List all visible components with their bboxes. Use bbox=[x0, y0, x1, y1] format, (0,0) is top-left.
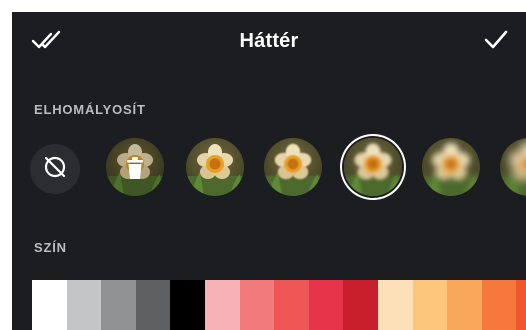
color-swatch[interactable] bbox=[239, 280, 275, 330]
color-swatch[interactable] bbox=[343, 280, 378, 330]
color-swatch[interactable] bbox=[412, 280, 448, 330]
blur-option[interactable] bbox=[186, 138, 244, 196]
color-swatch[interactable] bbox=[170, 280, 205, 330]
color-swatch[interactable] bbox=[204, 280, 240, 330]
color-swatch[interactable] bbox=[274, 280, 309, 330]
color-swatch-row bbox=[32, 280, 526, 330]
blur-option[interactable] bbox=[106, 138, 164, 196]
blur-option[interactable] bbox=[500, 138, 526, 196]
confirm-button[interactable] bbox=[474, 20, 518, 64]
blur-option-selected[interactable] bbox=[344, 138, 402, 196]
color-swatch[interactable] bbox=[101, 280, 136, 330]
check-icon bbox=[483, 29, 509, 56]
background-panel: Háttér ELHOMÁLYOSÍT SZÍN bbox=[12, 12, 526, 330]
blur-option[interactable] bbox=[264, 138, 322, 196]
blur-option[interactable] bbox=[422, 138, 480, 196]
color-swatch[interactable] bbox=[135, 280, 171, 330]
color-section-label: SZÍN bbox=[34, 240, 67, 255]
color-swatch[interactable] bbox=[377, 280, 413, 330]
blur-option-none[interactable] bbox=[30, 144, 80, 194]
color-swatch[interactable] bbox=[481, 280, 517, 330]
no-blur-icon bbox=[42, 154, 68, 185]
top-bar: Háttér bbox=[12, 12, 526, 76]
color-swatch[interactable] bbox=[447, 280, 482, 330]
color-swatch[interactable] bbox=[308, 280, 344, 330]
blur-options-row bbox=[12, 134, 526, 200]
trash-icon bbox=[106, 138, 164, 196]
color-swatch[interactable] bbox=[32, 280, 67, 330]
page-title: Háttér bbox=[239, 30, 299, 52]
blur-section-label: ELHOMÁLYOSÍT bbox=[34, 102, 146, 117]
color-swatch[interactable] bbox=[66, 280, 102, 330]
color-swatch[interactable] bbox=[516, 280, 526, 330]
